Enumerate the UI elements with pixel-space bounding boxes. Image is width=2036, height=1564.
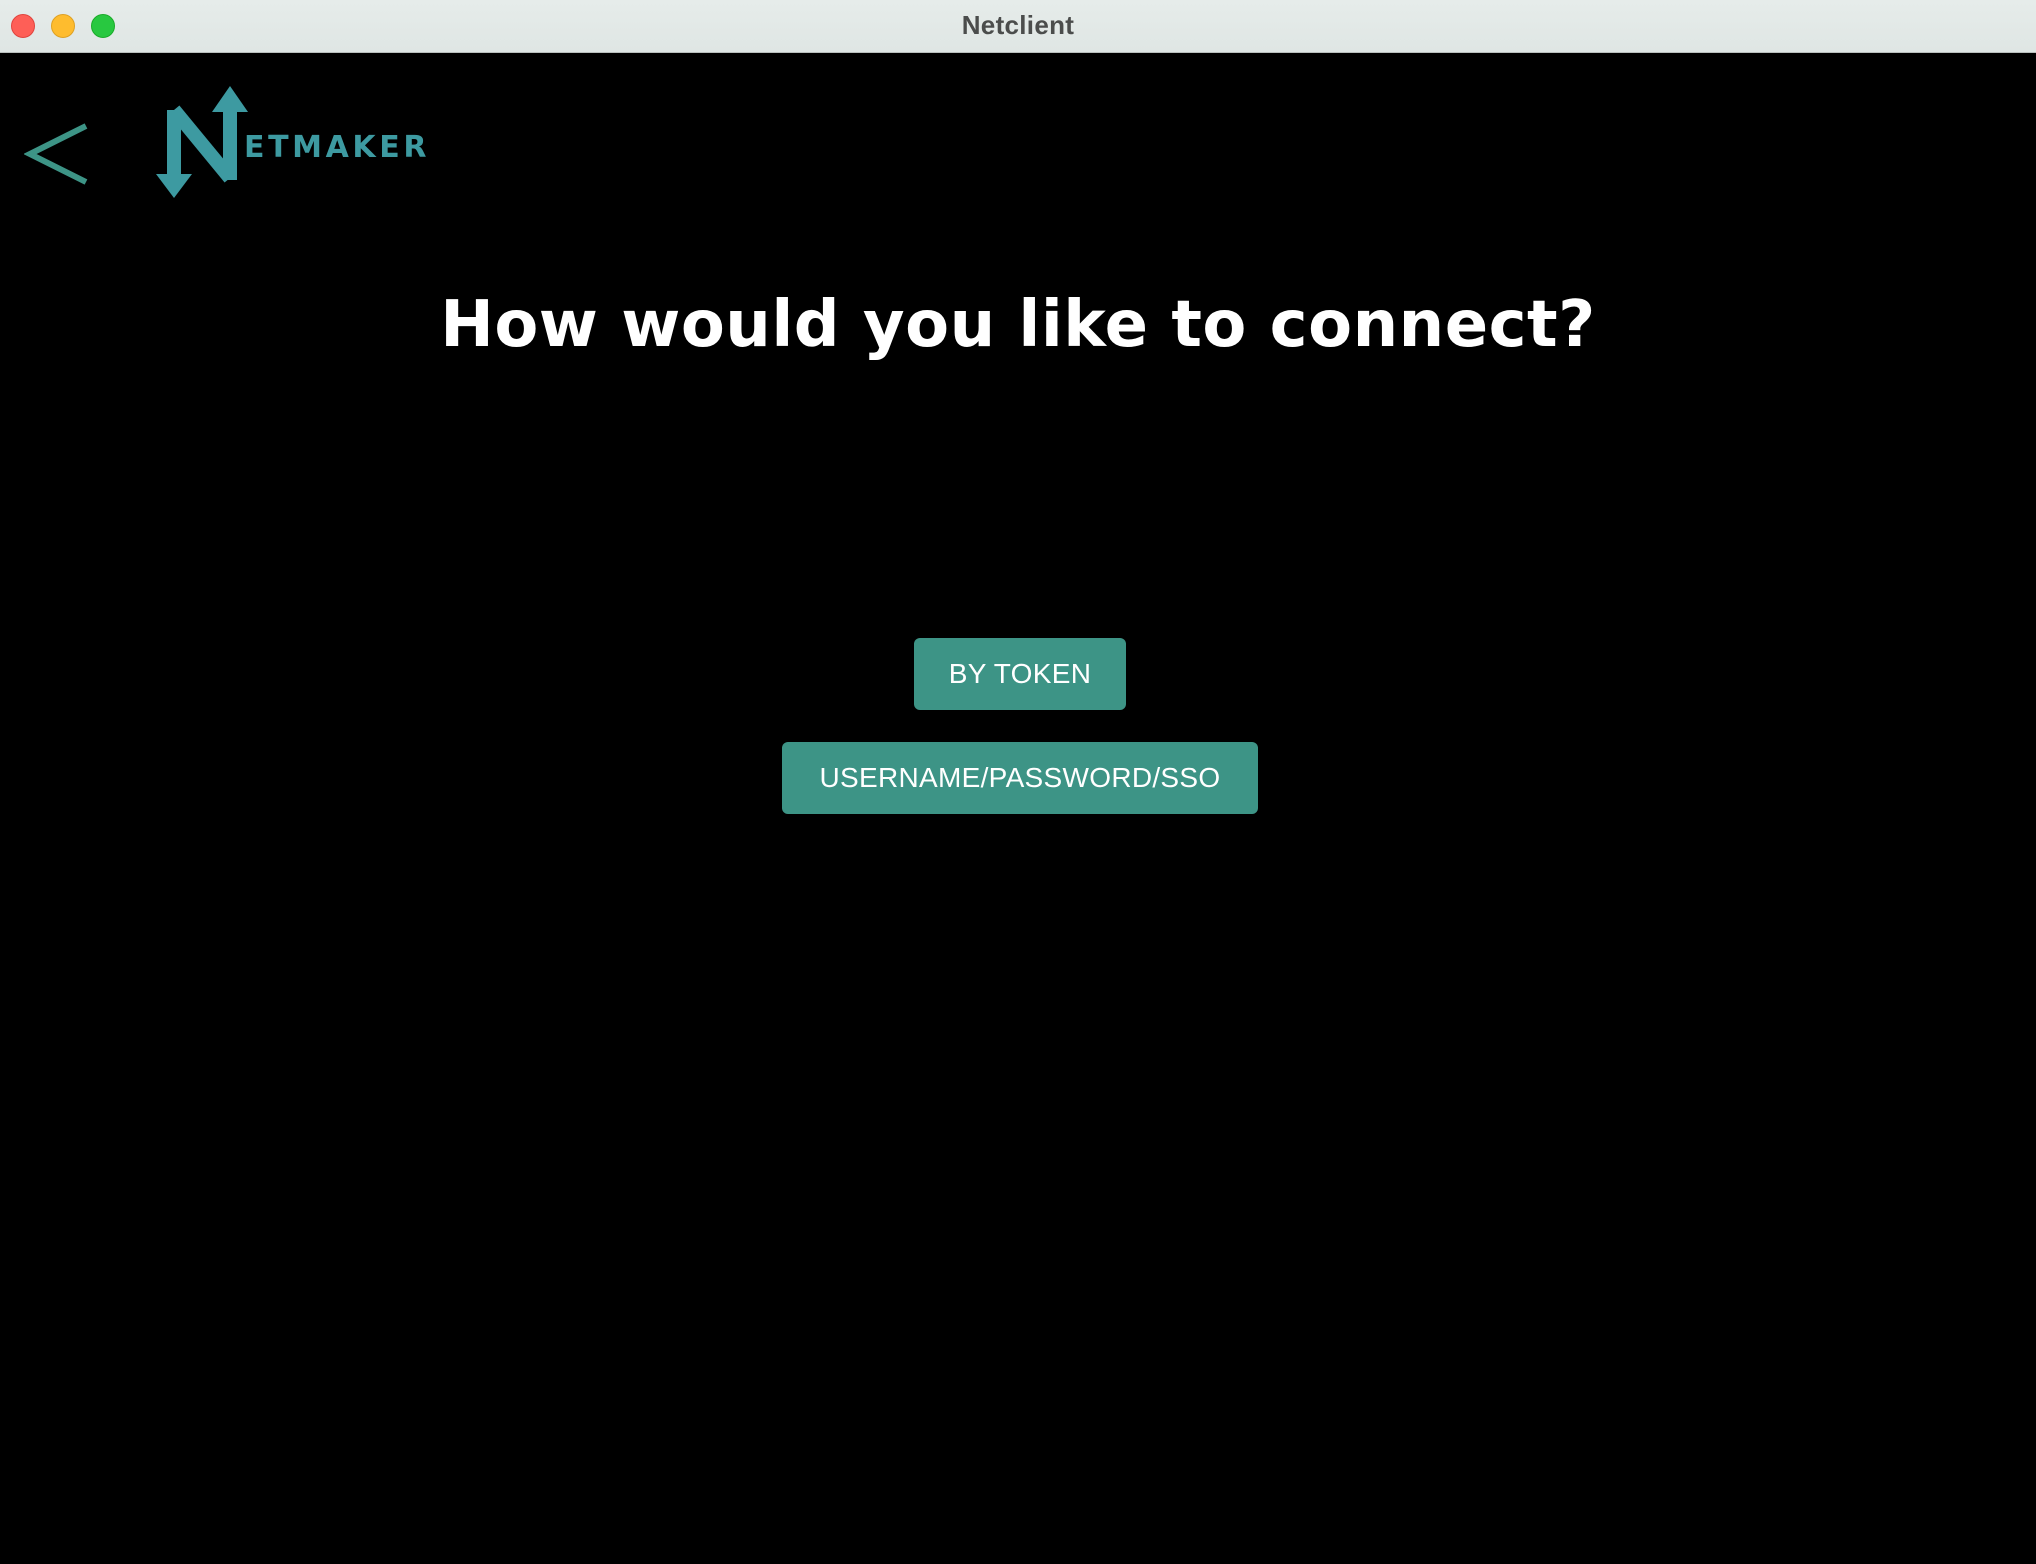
app-window: Netclient ETMAKER How would you like to …: [0, 0, 2036, 1564]
username-password-sso-button[interactable]: USERNAME/PASSWORD/SSO: [782, 742, 1258, 814]
by-token-button[interactable]: BY TOKEN: [914, 638, 1126, 710]
netmaker-logo: ETMAKER: [152, 82, 426, 204]
title-bar[interactable]: Netclient: [0, 0, 2036, 53]
chevron-left-icon: [23, 123, 88, 185]
window-title: Netclient: [961, 10, 1075, 40]
page-title: How would you like to connect?: [440, 288, 1596, 362]
netmaker-logo-icon: [156, 86, 248, 198]
logo-wordmark: ETMAKER: [244, 130, 431, 165]
back-button[interactable]: [23, 116, 94, 192]
